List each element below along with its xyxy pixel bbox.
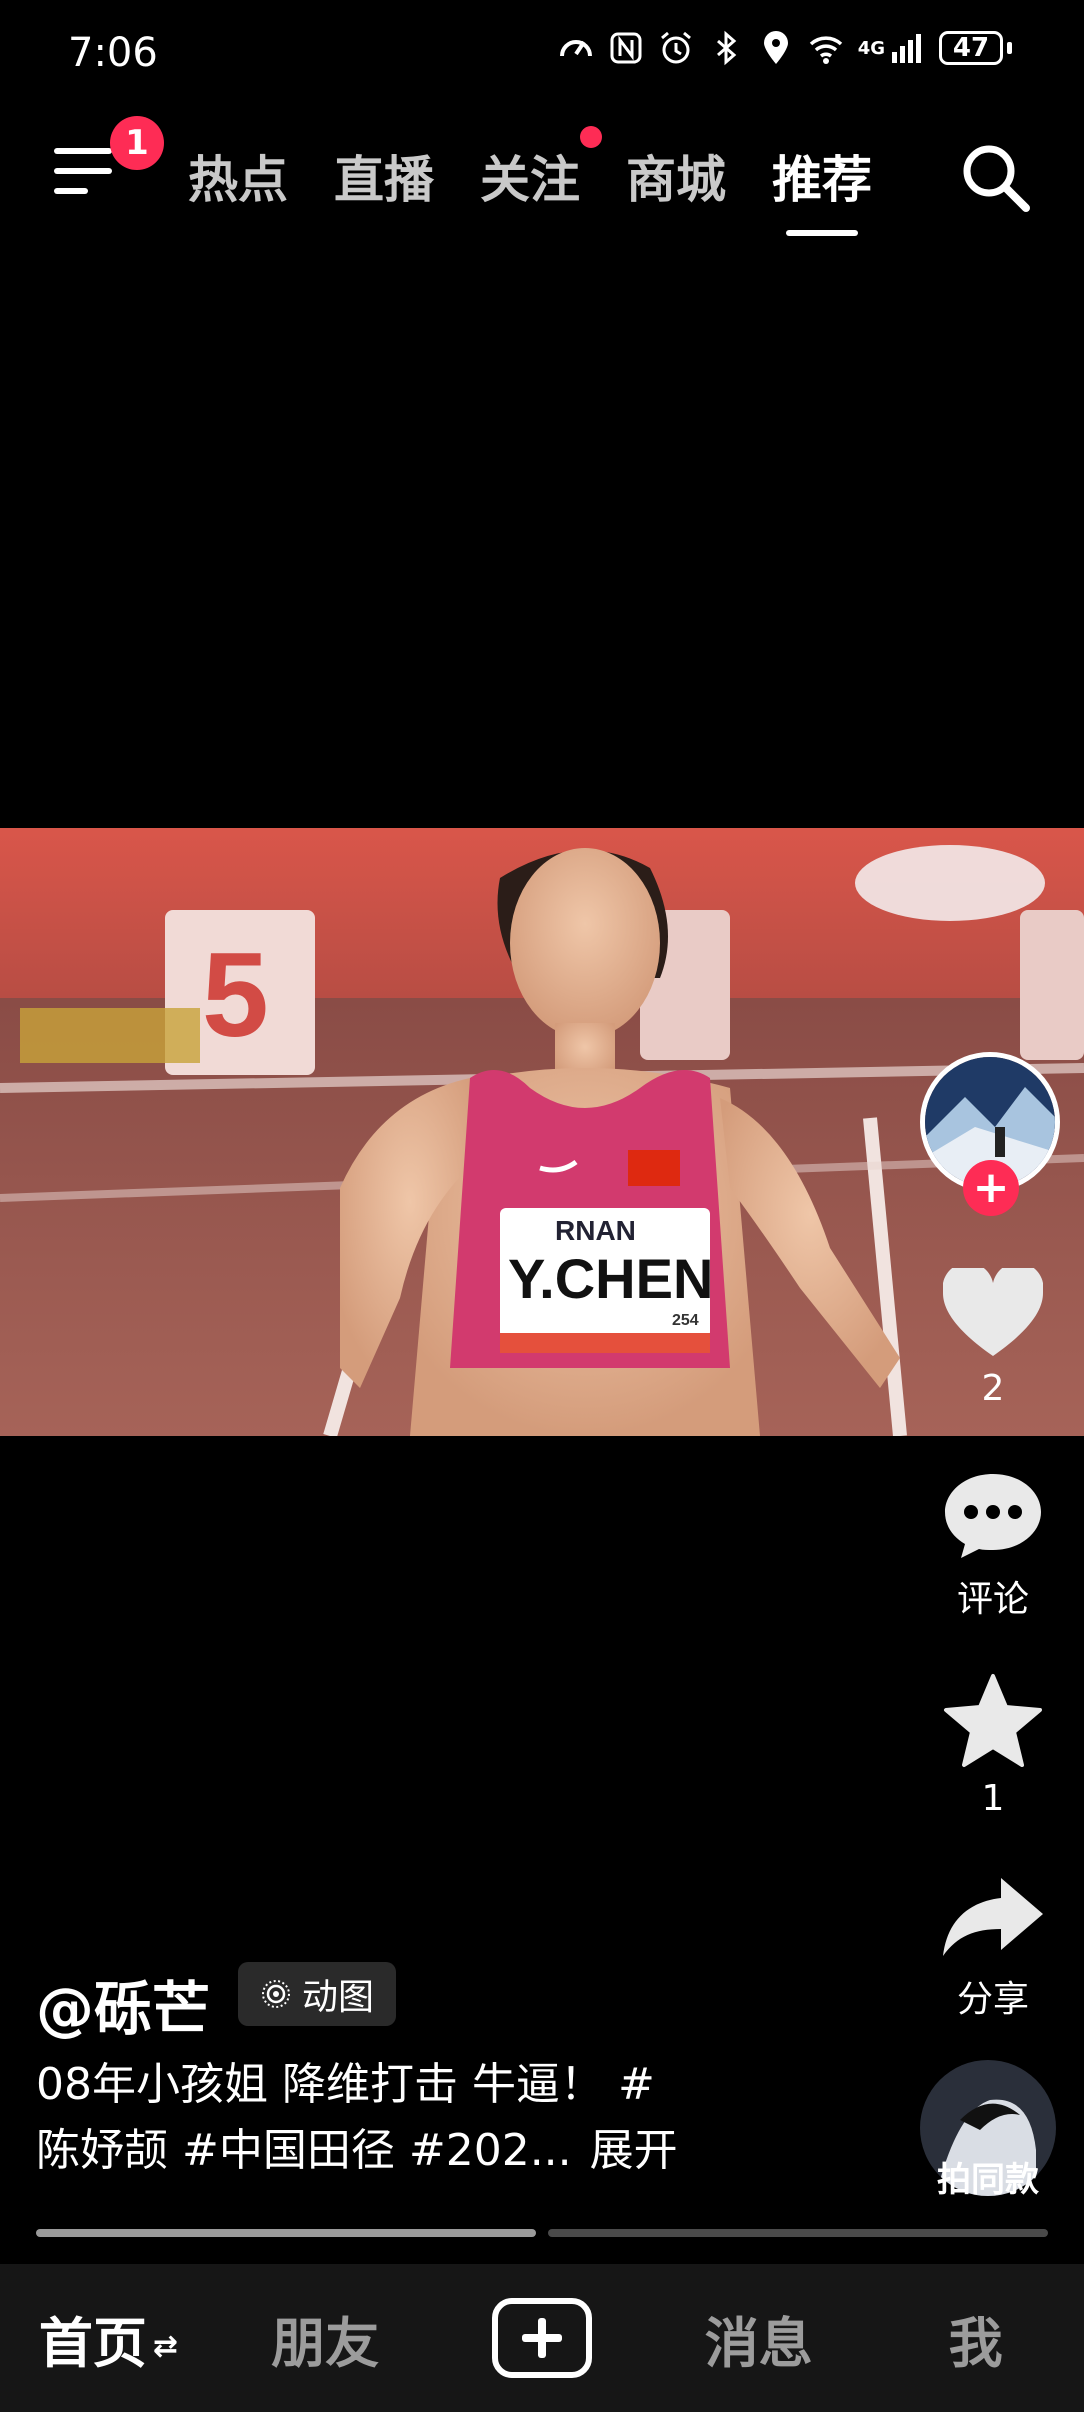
tab-following[interactable]: 关注 xyxy=(480,126,602,212)
chip-label: 动图 xyxy=(302,1977,375,2018)
alarm-icon xyxy=(660,31,691,64)
star-icon xyxy=(944,1674,1042,1767)
status-time: 7:06 xyxy=(68,30,158,76)
network-type: 4G xyxy=(857,37,885,59)
notification-badge: 1 xyxy=(110,116,164,170)
same-style-label: 拍同款 xyxy=(937,2160,1039,2200)
nav-home[interactable]: 首页 ⇄ xyxy=(0,2299,217,2378)
comment-icon xyxy=(945,1474,1041,1558)
create-button[interactable] xyxy=(491,2298,592,2378)
battery-tip xyxy=(1007,42,1012,54)
battery-icon: 47 xyxy=(939,31,1003,65)
share-label: 分享 xyxy=(956,1979,1029,2020)
tab-recommend[interactable]: 推荐 xyxy=(772,140,872,236)
nav-home-label: 首页 xyxy=(38,2311,147,2375)
location-icon xyxy=(763,31,788,64)
like-count: 2 xyxy=(981,1368,1005,1409)
wifi-icon xyxy=(809,36,842,64)
new-content-dot xyxy=(580,126,602,148)
post-caption: 08年小孩姐 降维打击 牛逼！ # 陈妤颉 #中国田径 #202... 展开 xyxy=(36,2052,756,2184)
progress-segment xyxy=(548,2229,1048,2237)
signal-icon xyxy=(892,34,921,63)
nav-messages[interactable]: 消息 xyxy=(650,2299,867,2378)
caption-line-2: 陈妤颉 #中国田径 #202... xyxy=(36,2125,572,2176)
top-tabs: 热点 直播 关注 商城 推荐 xyxy=(188,126,872,236)
nav-messages-label: 消息 xyxy=(704,2311,813,2375)
live-photo-icon xyxy=(262,1980,290,2008)
status-icons: 4G 47 xyxy=(558,30,1012,66)
caption-line-1: 08年小孩姐 降维打击 牛逼！ # xyxy=(36,2059,655,2110)
tab-label: 商城 xyxy=(626,151,726,209)
tab-label: 热点 xyxy=(188,151,288,209)
video-progress[interactable] xyxy=(36,2229,1048,2237)
nfc-icon xyxy=(610,32,642,64)
tab-hot[interactable]: 热点 xyxy=(188,140,288,212)
favorite-count: 1 xyxy=(981,1778,1005,1819)
tab-label: 直播 xyxy=(334,151,434,209)
swap-icon: ⇄ xyxy=(152,2329,178,2365)
nav-friends[interactable]: 朋友 xyxy=(217,2299,434,2378)
share-button[interactable]: 分享 xyxy=(933,1874,1053,2022)
comment-button[interactable]: 评论 xyxy=(933,1470,1053,1622)
nav-friends-label: 朋友 xyxy=(271,2311,380,2375)
tab-label: 推荐 xyxy=(772,151,872,209)
follow-button[interactable]: + xyxy=(963,1160,1019,1216)
share-arrow-icon xyxy=(943,1878,1043,1956)
menu-icon[interactable] xyxy=(54,148,116,200)
expand-link[interactable]: 展开 xyxy=(590,2125,678,2176)
nav-me[interactable]: 我 xyxy=(867,2299,1084,2378)
live-photo-chip[interactable]: 动图 xyxy=(238,1962,397,2026)
like-button[interactable]: 2 xyxy=(933,1262,1053,1409)
bib-brand: RNAN xyxy=(555,1215,636,1246)
plus-icon xyxy=(521,2318,562,2358)
comment-label: 评论 xyxy=(956,1579,1029,1620)
tab-label: 关注 xyxy=(480,151,580,209)
nav-create[interactable] xyxy=(434,2298,651,2378)
progress-segment xyxy=(36,2229,536,2237)
bluetooth-icon xyxy=(716,30,736,66)
favorite-button[interactable]: 1 xyxy=(933,1672,1053,1819)
author-name[interactable]: @砾芒 xyxy=(36,1962,210,2046)
nav-me-label: 我 xyxy=(948,2311,1003,2375)
bib-name: Y.CHEN xyxy=(508,1247,713,1310)
tab-mall[interactable]: 商城 xyxy=(626,140,726,212)
bottom-nav: 首页 ⇄ 朋友 消息 我 xyxy=(0,2264,1084,2412)
lane-number: 5 xyxy=(202,928,269,1062)
speed-icon xyxy=(559,40,592,57)
bib-number: 254 xyxy=(672,1312,699,1329)
tab-live[interactable]: 直播 xyxy=(334,140,434,212)
heart-icon xyxy=(942,1262,1044,1356)
search-icon[interactable] xyxy=(958,140,1032,214)
